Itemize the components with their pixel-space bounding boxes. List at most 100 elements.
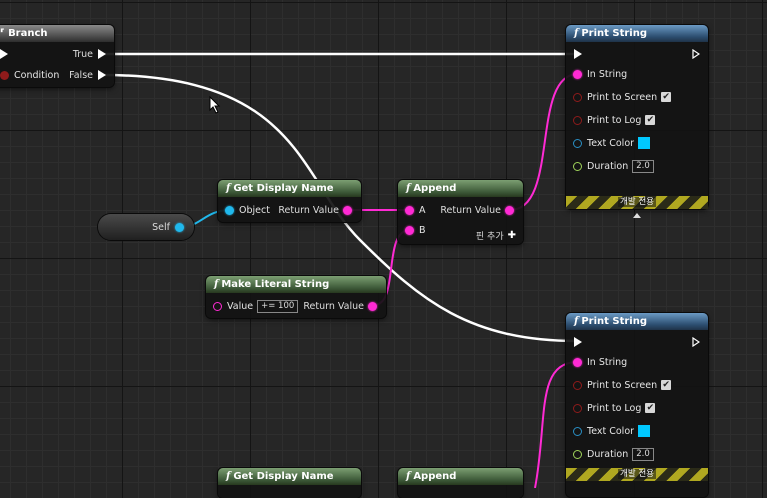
print1-duration[interactable]: Duration 2.0	[573, 159, 654, 173]
print2-duration[interactable]: Duration 2.0	[573, 447, 654, 461]
condition-pin[interactable]: Condition	[0, 68, 59, 82]
development-only-label: 개발 전용	[618, 469, 656, 479]
print2-in-string-pin[interactable]: In String	[573, 355, 627, 369]
return-value-label: Return Value	[440, 204, 501, 216]
in-string-label: In String	[587, 356, 628, 368]
print-to-log-checkbox[interactable]: ✔	[645, 403, 656, 413]
exec-in-icon	[574, 49, 582, 59]
make-literal-string-header[interactable]: f Make Literal String	[206, 276, 386, 293]
condition-pin-icon	[0, 70, 9, 80]
function-icon: f	[574, 28, 579, 39]
print2-print-to-log[interactable]: Print to Log ✔	[573, 401, 656, 415]
print1-text-color[interactable]: Text Color	[573, 136, 651, 150]
print1-print-to-screen[interactable]: Print to Screen ✔	[573, 90, 672, 104]
get-display-name-return-pin[interactable]: Return Value	[278, 203, 352, 217]
print1-in-string-pin[interactable]: In String	[573, 67, 627, 81]
append-node[interactable]: f Append A Return Value B 핀 추가 ✚	[398, 180, 523, 244]
get-display-name-title-2: Get Display Name	[233, 471, 334, 482]
string-input-pin-icon	[213, 301, 222, 311]
development-only-label: 개발 전용	[618, 197, 656, 207]
text-color-swatch[interactable]	[638, 425, 651, 437]
get-display-name-header-2[interactable]: f Get Display Name	[218, 468, 361, 485]
in-string-label: In String	[587, 68, 628, 80]
print-string-header-2[interactable]: f Print String	[566, 313, 708, 330]
print-to-log-label: Print to Log	[587, 114, 642, 126]
string-pin-icon	[368, 301, 377, 311]
print-to-screen-checkbox[interactable]: ✔	[661, 92, 672, 102]
bool-pin-icon	[573, 403, 582, 413]
exec-in-icon	[574, 337, 582, 347]
duration-input[interactable]: 2.0	[632, 447, 654, 461]
print-string-node-1[interactable]: f Print String In String Print to Screen …	[566, 25, 708, 218]
get-display-name-title: Get Display Name	[233, 183, 334, 194]
duration-input[interactable]: 2.0	[632, 159, 654, 173]
string-pin-icon	[573, 69, 582, 79]
exec-in-icon	[0, 49, 8, 59]
print-string-node-2[interactable]: f Print String In String Print to Screen …	[566, 313, 708, 497]
print2-text-color[interactable]: Text Color	[573, 424, 651, 438]
print1-print-to-log[interactable]: Print to Log ✔	[573, 113, 656, 127]
add-pin-button[interactable]: 핀 추가 ✚	[476, 228, 516, 242]
text-color-label: Text Color	[587, 137, 635, 149]
plus-icon: ✚	[507, 229, 516, 241]
true-pin-label: True	[72, 48, 93, 60]
print1-exec-in[interactable]	[574, 47, 582, 61]
duration-label: Duration	[587, 160, 629, 172]
false-pin-label: False	[69, 69, 93, 81]
append-node-2[interactable]: f Append	[398, 468, 523, 498]
self-node[interactable]: Self	[98, 214, 194, 240]
float-pin-icon	[573, 449, 582, 459]
append-header-2[interactable]: f Append	[398, 468, 523, 485]
function-icon: f	[574, 316, 579, 327]
get-display-name-node-2[interactable]: f Get Display Name	[218, 468, 361, 498]
get-display-name-header[interactable]: f Get Display Name	[218, 180, 361, 197]
false-pin[interactable]: False	[69, 68, 106, 82]
value-pin[interactable]: Value += 100	[213, 299, 299, 313]
expand-arrow-icon[interactable]	[633, 213, 641, 218]
object-label: Object	[239, 204, 270, 216]
append-title: Append	[413, 183, 457, 194]
print2-exec-in[interactable]	[574, 335, 582, 349]
exec-out-icon	[692, 49, 700, 59]
append-return-pin[interactable]: Return Value	[440, 203, 514, 217]
print-to-screen-checkbox[interactable]: ✔	[661, 380, 672, 390]
append-title-2: Append	[413, 471, 457, 482]
text-color-label: Text Color	[587, 425, 635, 437]
duration-label: Duration	[587, 448, 629, 460]
return-value-label: Return Value	[278, 204, 339, 216]
color-pin-icon	[573, 426, 582, 436]
value-input[interactable]: += 100	[257, 299, 299, 313]
literal-return-pin[interactable]: Return Value	[303, 299, 377, 313]
string-pin-icon	[573, 357, 582, 367]
print2-print-to-screen[interactable]: Print to Screen ✔	[573, 378, 672, 392]
append-a-pin[interactable]: A	[405, 203, 426, 217]
append-b-pin[interactable]: B	[405, 223, 426, 237]
print1-exec-out[interactable]	[692, 47, 700, 61]
function-icon: f	[214, 279, 219, 290]
branch-node[interactable]: ⸢ Branch True Condition False	[0, 25, 114, 87]
true-pin[interactable]: True	[73, 47, 106, 61]
append-header[interactable]: f Append	[398, 180, 523, 197]
self-pin[interactable]: Self	[152, 220, 184, 234]
a-label: A	[419, 204, 426, 216]
function-icon: f	[406, 183, 411, 194]
value-label: Value	[227, 300, 254, 312]
branch-header[interactable]: ⸢ Branch	[0, 25, 114, 42]
string-pin-icon	[405, 225, 414, 235]
text-color-swatch[interactable]	[638, 137, 651, 149]
condition-label: Condition	[14, 69, 60, 81]
exec-in-pin[interactable]	[0, 47, 8, 61]
make-literal-string-node[interactable]: f Make Literal String Value += 100 Return…	[206, 276, 386, 318]
object-pin[interactable]: Object	[225, 203, 270, 217]
print-to-screen-label: Print to Screen	[587, 91, 658, 103]
print-to-log-checkbox[interactable]: ✔	[645, 115, 656, 125]
print2-exec-out[interactable]	[692, 335, 700, 349]
function-icon: f	[226, 183, 231, 194]
print-string-title-1: Print String	[581, 28, 648, 39]
branch-icon: ⸢	[0, 28, 5, 39]
color-pin-icon	[573, 138, 582, 148]
exec-out-icon	[692, 337, 700, 347]
print-string-header-1[interactable]: f Print String	[566, 25, 708, 42]
true-exec-icon	[98, 49, 106, 59]
get-display-name-node[interactable]: f Get Display Name Object Return Value	[218, 180, 361, 222]
